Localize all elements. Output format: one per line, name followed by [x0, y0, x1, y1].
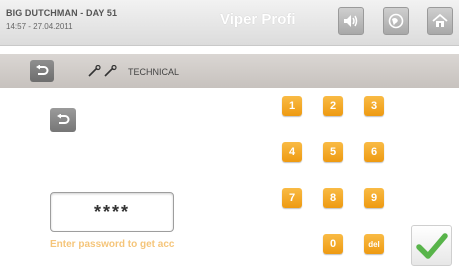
confirm-button[interactable]: [411, 225, 452, 266]
datetime: 14:57 - 27.04.2011: [6, 22, 73, 31]
app-name: Viper Profi: [220, 11, 296, 28]
delete-key[interactable]: del: [364, 234, 384, 254]
key-2[interactable]: 2: [323, 96, 343, 116]
panel-back-button[interactable]: [50, 108, 76, 132]
home-button[interactable]: [427, 7, 453, 35]
key-6[interactable]: 6: [364, 142, 384, 162]
globe-icon: [388, 13, 404, 29]
breadcrumb: TECHNICAL: [128, 67, 180, 77]
language-button[interactable]: [383, 7, 409, 35]
checkmark-icon: [415, 232, 448, 259]
sound-button[interactable]: [338, 7, 364, 35]
key-3[interactable]: 3: [364, 96, 384, 116]
nav-back-button[interactable]: [30, 60, 54, 82]
navigation-bar: TECHNICAL: [0, 54, 459, 88]
key-9[interactable]: 9: [364, 188, 384, 208]
home-icon: [432, 13, 448, 27]
back-icon: [36, 65, 49, 75]
password-field[interactable]: ****: [50, 192, 174, 232]
key-5[interactable]: 5: [323, 142, 343, 162]
site-title: BIG DUTCHMAN - DAY 51: [6, 8, 118, 18]
wrench-icon: [88, 65, 117, 77]
key-1[interactable]: 1: [282, 96, 302, 116]
speaker-icon: [344, 15, 358, 27]
key-7[interactable]: 7: [282, 188, 302, 208]
password-hint: Enter password to get acc: [50, 239, 175, 250]
header-bar: BIG DUTCHMAN - DAY 51 14:57 - 27.04.2011…: [0, 0, 459, 46]
key-8[interactable]: 8: [323, 188, 343, 208]
key-4[interactable]: 4: [282, 142, 302, 162]
back-icon: [57, 114, 70, 124]
key-0[interactable]: 0: [323, 234, 343, 254]
app-window: BIG DUTCHMAN - DAY 51 14:57 - 27.04.2011…: [0, 0, 459, 273]
password-panel: **** Enter password to get acc 1 2 3 4 5…: [0, 88, 459, 273]
